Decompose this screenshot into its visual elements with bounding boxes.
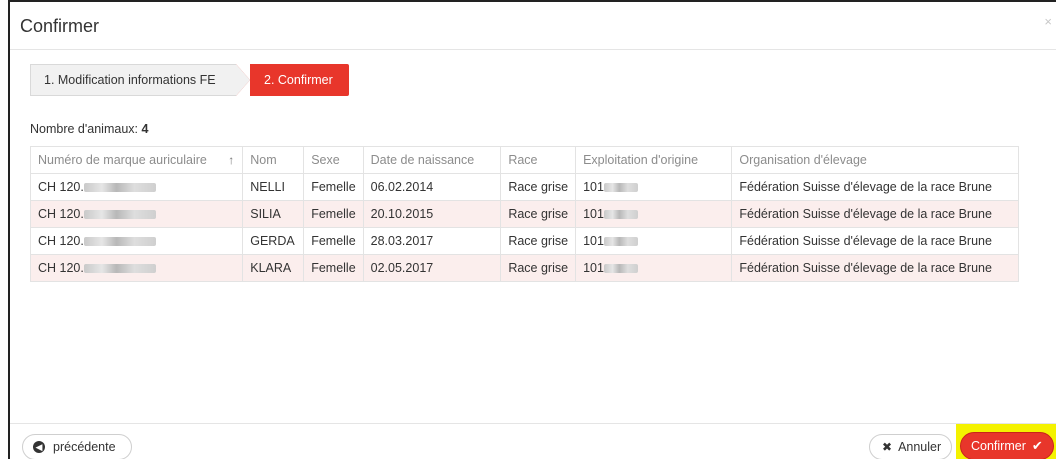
redacted-value — [83, 183, 156, 193]
dialog-title: Confirmer — [20, 16, 100, 36]
cell-birth-date: 06.02.2014 — [362, 173, 502, 201]
cell-birth-date: 28.03.2017 — [362, 227, 502, 255]
redacted-value — [603, 210, 638, 220]
sort-ascending-icon[interactable]: ↑ — [228, 153, 234, 167]
cancel-button[interactable]: ✖ Annuler — [869, 434, 952, 459]
cell-name: NELLI — [242, 173, 305, 201]
step-modification[interactable]: 1. Modification informations FE — [30, 64, 250, 96]
cell-organisation: Fédération Suisse d'élevage de la race B… — [731, 200, 1019, 228]
cell-sex: Femelle — [303, 227, 364, 255]
origin-prefix: 101 — [583, 261, 604, 275]
redacted-value — [83, 210, 156, 220]
wizard-steps: 1. Modification informations FE 2. Confi… — [30, 64, 349, 96]
origin-prefix: 101 — [583, 207, 604, 221]
table-row[interactable]: CH 120. NELLI Femelle 06.02.2014 Race gr… — [29, 173, 1019, 201]
cell-origin: 101 — [575, 254, 733, 282]
previous-button[interactable]: ◀ précédente — [22, 434, 132, 459]
cell-ear-tag: CH 120. — [29, 254, 244, 282]
cell-origin: 101 — [575, 173, 733, 201]
column-header-origin[interactable]: Exploitation d'origine — [575, 146, 733, 174]
cell-breed: Race grise — [500, 227, 577, 255]
confirm-dialog: Confirmer × 1. Modification informations… — [8, 0, 1056, 459]
animal-count-value: 4 — [141, 122, 149, 136]
cell-origin: 101 — [575, 200, 733, 228]
column-header-label: Numéro de marque auriculaire — [38, 153, 207, 167]
column-header-ear-tag[interactable]: Numéro de marque auriculaire ↑ — [29, 146, 244, 174]
animals-table: Numéro de marque auriculaire ↑ Nom Sexe … — [29, 146, 1019, 282]
redacted-value — [603, 264, 638, 274]
ear-tag-prefix: CH 120. — [38, 207, 84, 221]
cell-sex: Femelle — [303, 173, 364, 201]
cell-breed: Race grise — [500, 200, 577, 228]
ear-tag-prefix: CH 120. — [38, 234, 84, 248]
cell-breed: Race grise — [500, 173, 577, 201]
animal-count-label: Nombre d'animaux: — [30, 122, 138, 136]
close-icon: ✖ — [882, 440, 893, 454]
column-header-birth-date[interactable]: Date de naissance — [362, 146, 502, 174]
cell-birth-date: 02.05.2017 — [362, 254, 502, 282]
ear-tag-prefix: CH 120. — [38, 261, 84, 275]
table-header-row: Numéro de marque auriculaire ↑ Nom Sexe … — [29, 146, 1019, 174]
cell-organisation: Fédération Suisse d'élevage de la race B… — [731, 254, 1019, 282]
column-header-organisation[interactable]: Organisation d'élevage — [731, 146, 1019, 174]
origin-prefix: 101 — [583, 234, 604, 248]
cell-name: SILIA — [242, 200, 305, 228]
dialog-footer: ◀ précédente ✖ Annuler Confirmer ✔ — [10, 423, 1056, 459]
column-header-name[interactable]: Nom — [242, 146, 305, 174]
cell-sex: Femelle — [303, 200, 364, 228]
cell-ear-tag: CH 120. — [29, 173, 244, 201]
cell-breed: Race grise — [500, 254, 577, 282]
arrow-left-circle-icon: ◀ — [33, 441, 45, 453]
step-confirm: 2. Confirmer — [236, 64, 349, 96]
animal-count: Nombre d'animaux: 4 — [30, 122, 148, 136]
confirm-button[interactable]: Confirmer ✔ — [960, 432, 1054, 459]
table-row[interactable]: CH 120. GERDA Femelle 28.03.2017 Race gr… — [29, 227, 1019, 255]
cell-birth-date: 20.10.2015 — [362, 200, 502, 228]
cell-origin: 101 — [575, 227, 733, 255]
dialog-header: Confirmer × — [10, 2, 1056, 50]
origin-prefix: 101 — [583, 180, 604, 194]
redacted-value — [83, 264, 156, 274]
column-header-breed[interactable]: Race — [500, 146, 577, 174]
column-header-sex[interactable]: Sexe — [303, 146, 364, 174]
redacted-value — [603, 183, 638, 193]
cell-sex: Femelle — [303, 254, 364, 282]
cell-organisation: Fédération Suisse d'élevage de la race B… — [731, 173, 1019, 201]
cell-ear-tag: CH 120. — [29, 227, 244, 255]
cancel-button-label: Annuler — [898, 440, 942, 454]
close-icon[interactable]: × — [1044, 14, 1052, 29]
checkmark-icon: ✔ — [1031, 438, 1043, 453]
cell-name: GERDA — [242, 227, 305, 255]
table-row[interactable]: CH 120. SILIA Femelle 20.10.2015 Race gr… — [29, 200, 1019, 228]
cell-organisation: Fédération Suisse d'élevage de la race B… — [731, 227, 1019, 255]
confirm-button-label: Confirmer — [971, 439, 1026, 453]
previous-button-label: précédente — [53, 440, 116, 454]
redacted-value — [83, 237, 156, 247]
table-row[interactable]: CH 120. KLARA Femelle 02.05.2017 Race gr… — [29, 254, 1019, 282]
ear-tag-prefix: CH 120. — [38, 180, 84, 194]
cell-ear-tag: CH 120. — [29, 200, 244, 228]
cell-name: KLARA — [242, 254, 305, 282]
redacted-value — [603, 237, 638, 247]
